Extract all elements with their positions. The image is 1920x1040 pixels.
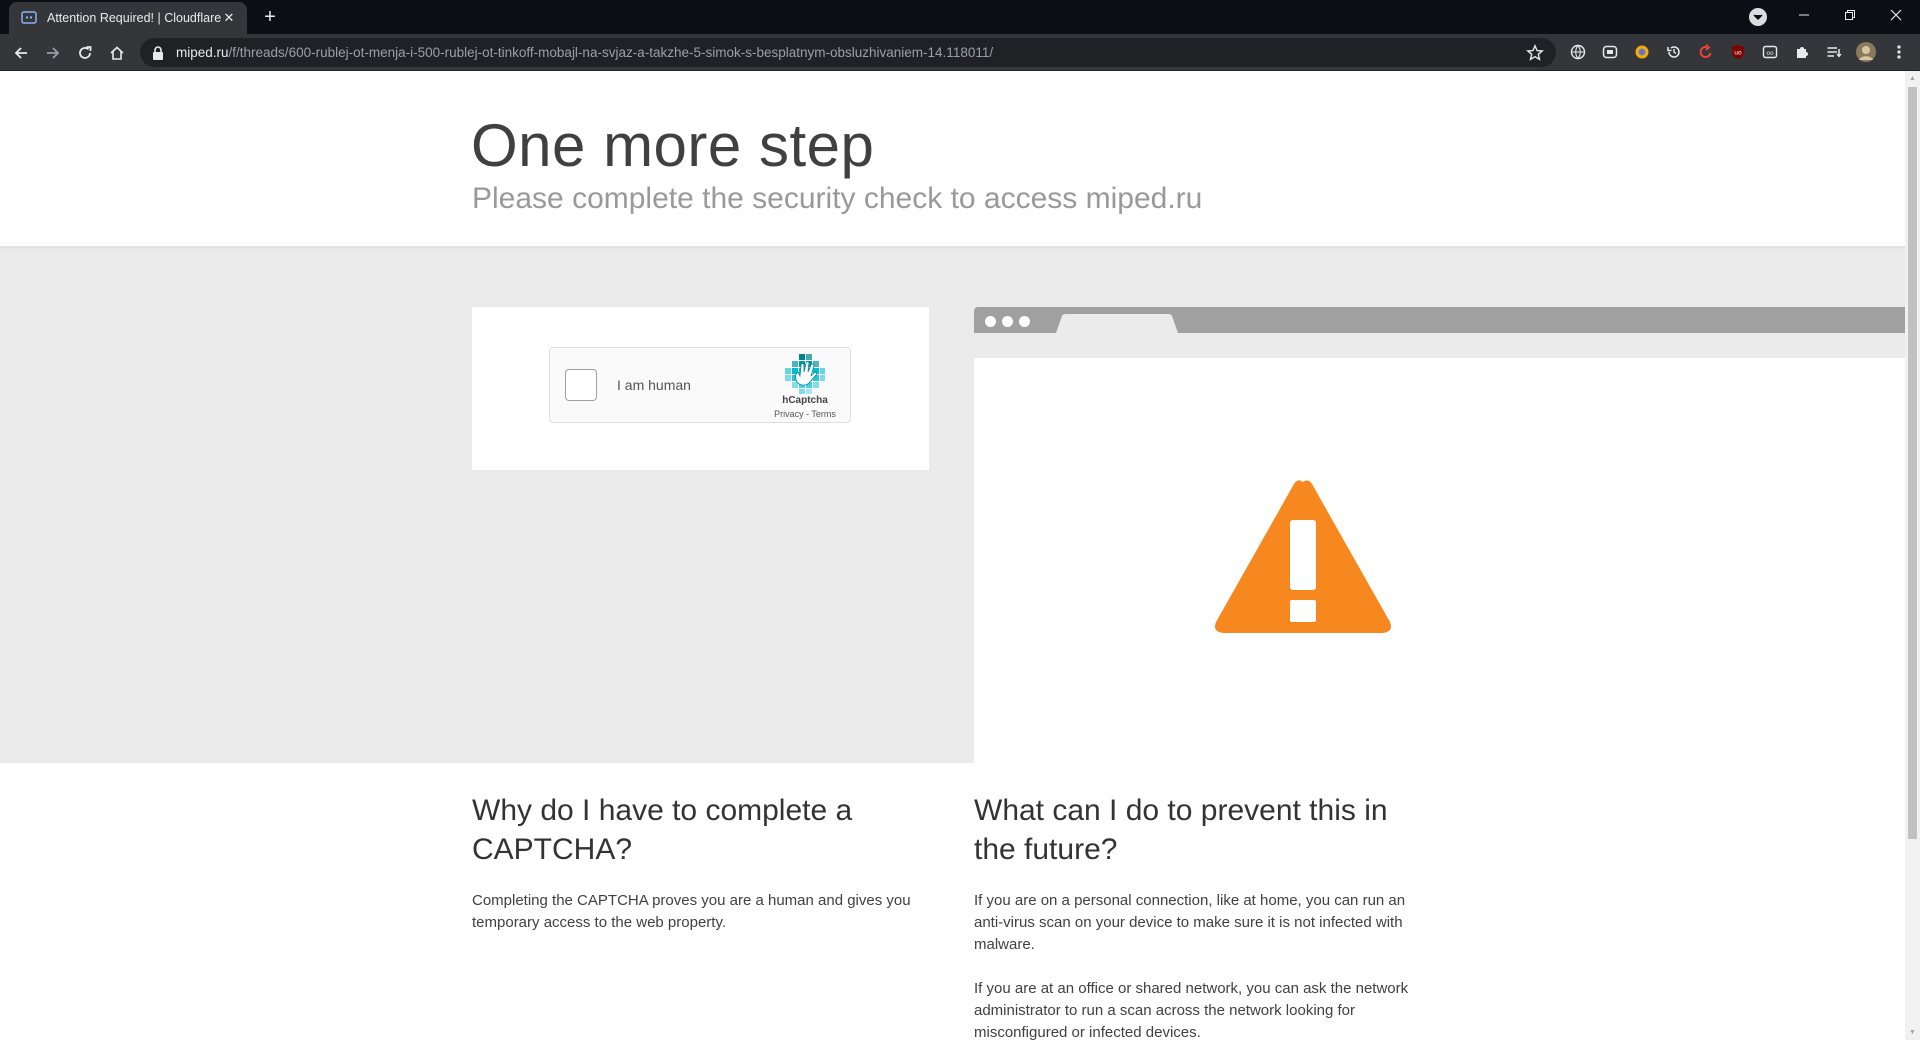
forward-arrow-icon[interactable]: [39, 39, 67, 67]
url-path: /f/threads/600-rublej-ot-menja-i-500-rub…: [228, 45, 994, 60]
captcha-card: I am human hCaptcha Privacy - Terms: [472, 307, 929, 470]
challenge-header: One more step Please complete the securi…: [0, 71, 1905, 246]
prevent-heading: What can I do to prevent this in the fut…: [974, 794, 1388, 866]
home-icon[interactable]: [103, 39, 131, 67]
puzzle-extensions-icon[interactable]: [1793, 43, 1811, 61]
scroll-up-arrow-icon[interactable]: ▲: [1908, 74, 1917, 83]
page-viewport: One more step Please complete the securi…: [0, 71, 1905, 1040]
illustration-tab: [1056, 314, 1178, 333]
restore-window-icon[interactable]: [1827, 0, 1873, 30]
terms-link[interactable]: Terms: [811, 409, 836, 419]
more-menu-icon[interactable]: [1890, 43, 1908, 61]
prevent-text-office: If you are at an office or shared networ…: [974, 980, 1409, 1040]
colorful-extension-icon[interactable]: [1633, 43, 1651, 61]
prevent-section: What can I do to prevent this in the fut…: [974, 791, 1434, 1040]
i-am-human-checkbox[interactable]: [565, 369, 597, 401]
hcaptcha-logo-icon: [785, 354, 825, 394]
screen-extension-icon[interactable]: [1601, 43, 1619, 61]
why-captcha-section: Why do I have to complete a CAPTCHA? Com…: [472, 791, 932, 934]
svg-text:oo: oo: [1766, 50, 1774, 57]
page-subtitle: Please complete the security check to ac…: [472, 182, 1203, 215]
lock-icon: [153, 45, 163, 60]
page-title: One more step: [471, 112, 875, 179]
history-extension-icon[interactable]: [1665, 43, 1683, 61]
tab-title: Attention Required! | Cloudflare: [47, 11, 221, 25]
scrollbar-thumb[interactable]: [1908, 87, 1917, 839]
scroll-down-arrow-icon[interactable]: ▼: [1908, 1028, 1917, 1037]
why-captcha-heading: Why do I have to complete a CAPTCHA?: [472, 794, 853, 866]
hcaptcha-links: Privacy - Terms: [755, 409, 855, 419]
reading-list-icon[interactable]: [1825, 43, 1843, 61]
hcaptcha-widget: I am human hCaptcha Privacy - Terms: [549, 347, 851, 423]
reload-icon[interactable]: [71, 39, 99, 67]
globe-extension-icon[interactable]: [1569, 43, 1587, 61]
back-arrow-icon[interactable]: [7, 39, 35, 67]
privacy-link[interactable]: Privacy: [774, 409, 804, 419]
browser-tab-active[interactable]: Attention Required! | Cloudflare ✕: [9, 2, 247, 34]
browser-toolbar: miped.ru/f/threads/600-rublej-ot-menja-i…: [0, 34, 1920, 71]
svg-text:uo: uo: [1734, 50, 1742, 57]
minimize-window-icon[interactable]: [1781, 0, 1827, 30]
red-refresh-extension-icon[interactable]: [1697, 43, 1715, 61]
address-bar[interactable]: miped.ru/f/threads/600-rublej-ot-menja-i…: [140, 38, 1556, 67]
ublock-extension-icon[interactable]: uo: [1729, 43, 1747, 61]
illustration-dot: [1019, 316, 1030, 327]
browser-illustration: [974, 307, 1905, 763]
illustration-strip: [974, 333, 1905, 358]
new-tab-button[interactable]: +: [258, 6, 282, 30]
hcaptcha-brand: hCaptcha: [782, 395, 828, 406]
warning-triangle-icon: [1215, 480, 1391, 633]
checkbox-label: I am human: [617, 377, 691, 393]
tab-search-icon[interactable]: [1749, 8, 1767, 26]
cloudflare-favicon-icon: [21, 11, 37, 24]
tab-close-icon[interactable]: ✕: [221, 10, 237, 26]
illustration-body: [974, 358, 1905, 763]
profile-avatar[interactable]: [1855, 41, 1877, 63]
illustration-dot: [985, 316, 996, 327]
star-icon[interactable]: [1526, 44, 1544, 62]
media-extension-icon[interactable]: oo: [1761, 43, 1779, 61]
vertical-scrollbar[interactable]: ▲ ▼: [1905, 71, 1920, 1040]
illustration-dot: [1002, 316, 1013, 327]
why-captcha-text: Completing the CAPTCHA proves you are a …: [472, 892, 911, 931]
url-domain: miped.ru: [176, 45, 229, 60]
close-window-icon[interactable]: [1873, 0, 1919, 30]
tab-strip: Attention Required! | Cloudflare ✕ +: [0, 0, 1920, 34]
illustration-toolbar: [974, 307, 1905, 333]
prevent-text-personal: If you are on a personal connection, lik…: [974, 892, 1406, 953]
